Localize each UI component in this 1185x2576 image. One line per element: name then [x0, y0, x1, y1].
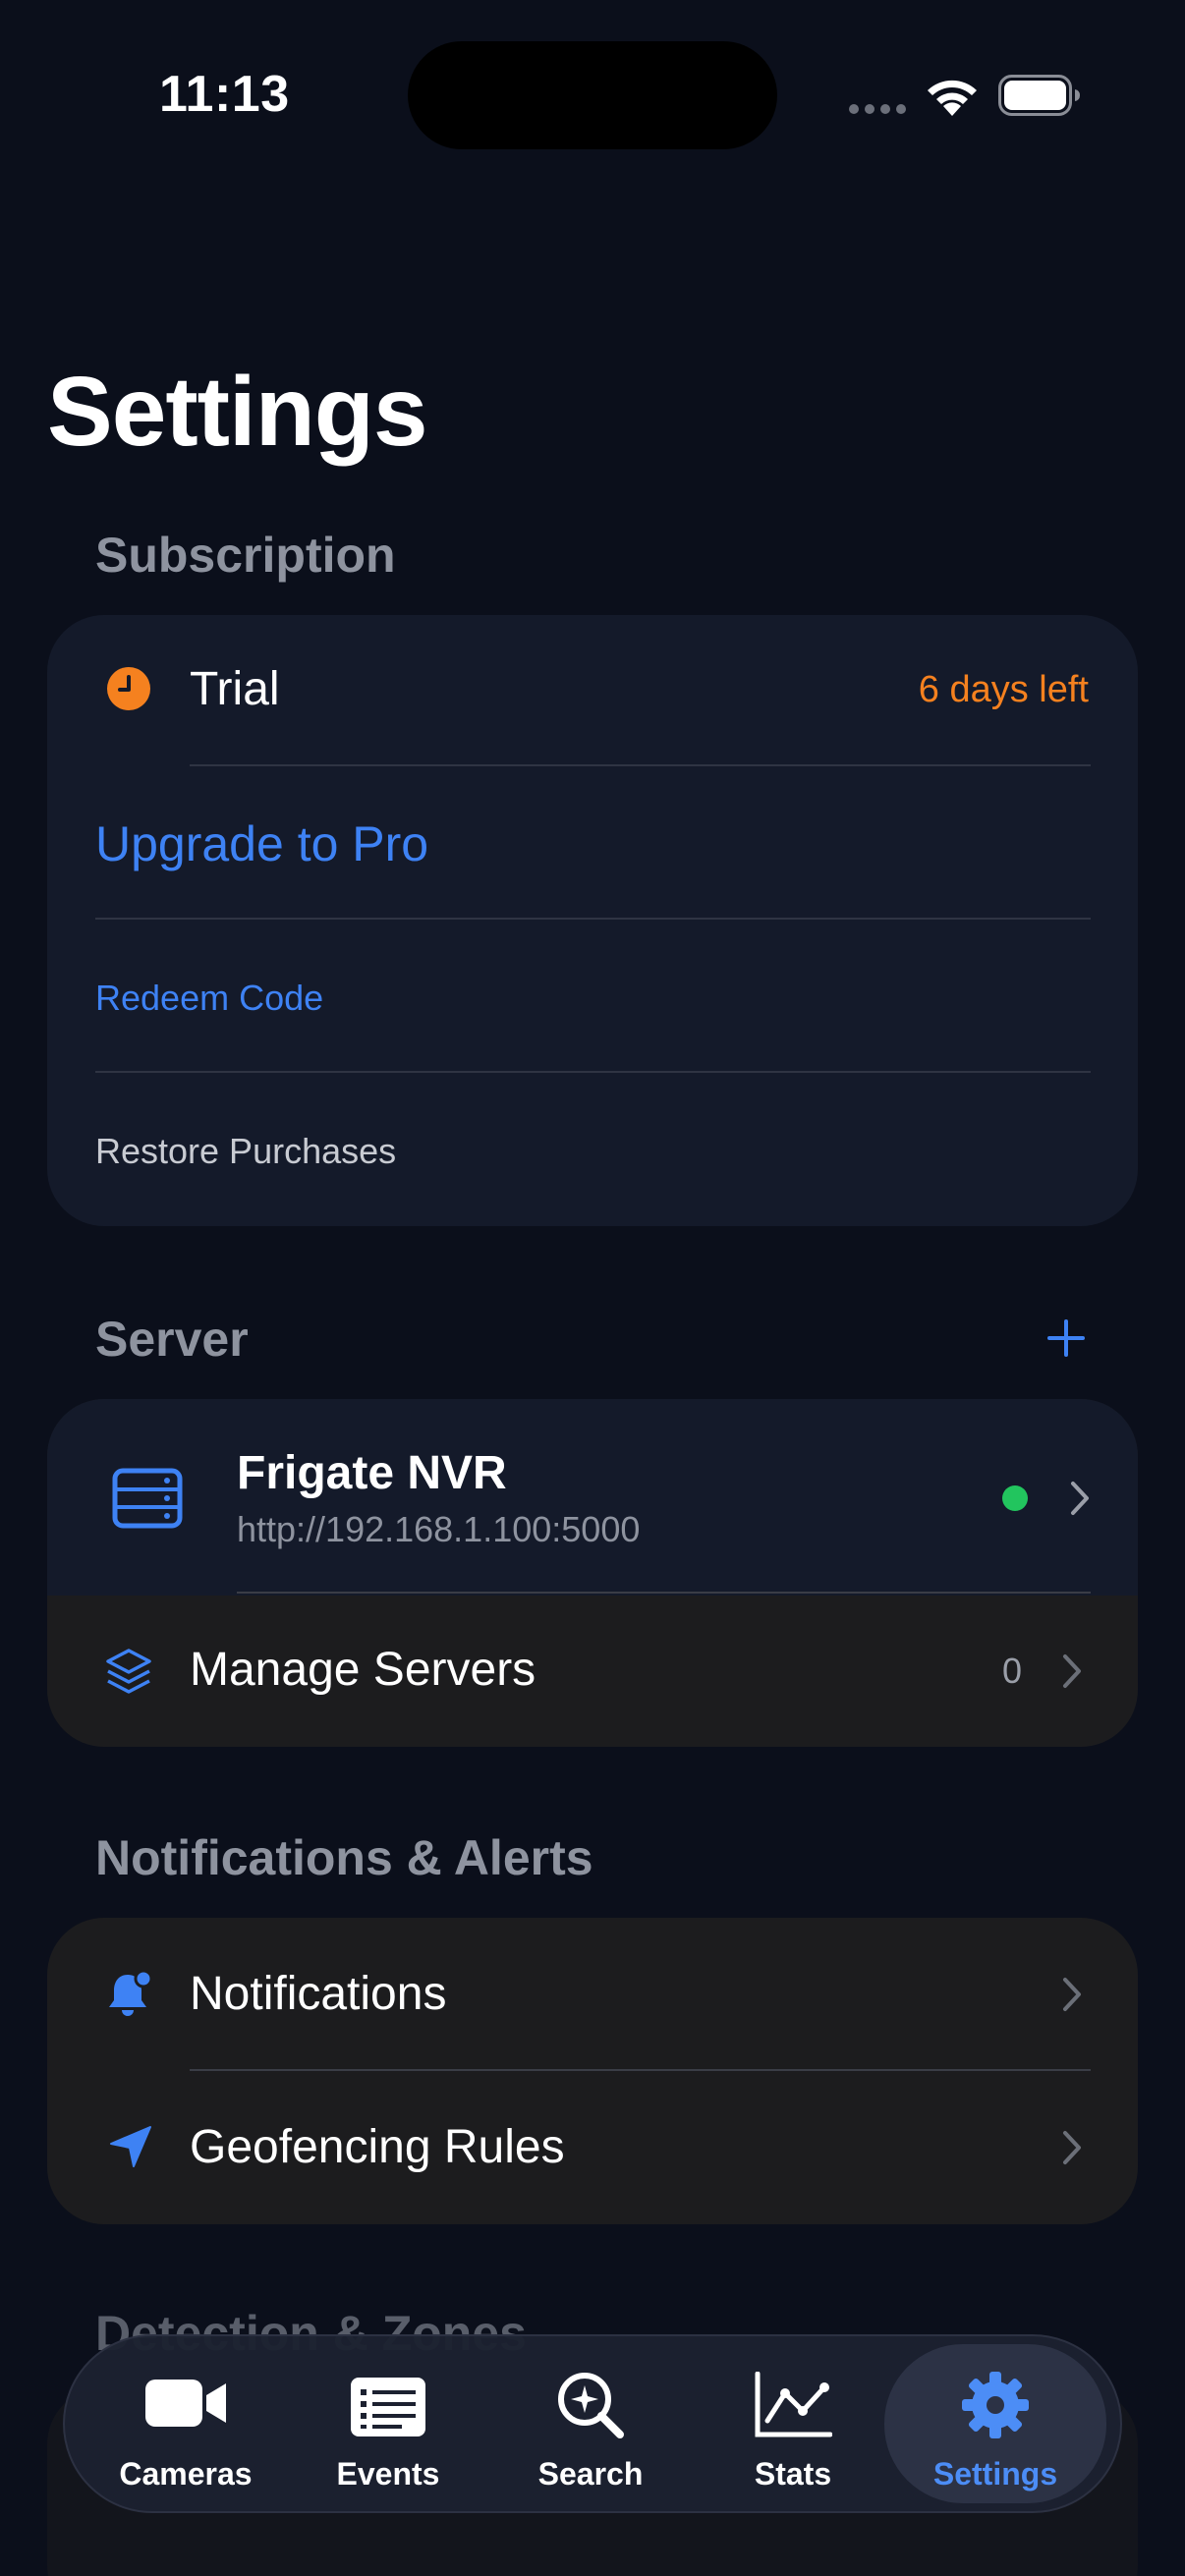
tab-bar: Cameras Events Search Stats Settings [63, 2334, 1122, 2513]
tab-cameras[interactable]: Cameras [85, 2344, 287, 2503]
tab-settings[interactable]: Settings [884, 2344, 1106, 2503]
server-name: Frigate NVR [237, 1447, 507, 1499]
server-status-indicator [1002, 1485, 1028, 1511]
manage-servers-row[interactable]: Manage Servers 0 [47, 1596, 1138, 1747]
redeem-label: Redeem Code [95, 978, 324, 1018]
section-header-subscription: Subscription [95, 528, 396, 583]
chevron-right-icon [1063, 1654, 1081, 1688]
video-camera-icon [145, 2380, 226, 2427]
restore-purchases-button[interactable]: Restore Purchases [47, 1073, 1138, 1226]
tab-label: Events [336, 2456, 440, 2492]
tab-stats[interactable]: Stats [692, 2344, 894, 2503]
bell-icon [109, 1969, 153, 2016]
location-arrow-icon [110, 2126, 151, 2167]
trial-row[interactable]: Trial 6 days left [47, 615, 1138, 766]
manage-servers-label: Manage Servers [190, 1644, 536, 1696]
gear-icon [962, 2372, 1029, 2438]
upgrade-to-pro-button[interactable]: Upgrade to Pro [47, 766, 1138, 920]
cellular-signal-icon [849, 104, 908, 114]
trial-label: Trial [190, 663, 280, 715]
server-card: Frigate NVR http://192.168.1.100:5000 Ma… [47, 1399, 1138, 1747]
notifications-card: Notifications Geofencing Rules [47, 1918, 1138, 2224]
server-url: http://192.168.1.100:5000 [237, 1509, 641, 1549]
battery-icon [998, 75, 1080, 116]
chevron-right-icon [1071, 1482, 1089, 1515]
section-header-notifications: Notifications & Alerts [95, 1830, 593, 1885]
geofencing-label: Geofencing Rules [190, 2121, 565, 2173]
chart-icon [755, 2372, 832, 2437]
tab-label: Stats [754, 2456, 832, 2492]
subscription-card: Trial 6 days left Upgrade to Pro Redeem … [47, 615, 1138, 1226]
search-icon [558, 2373, 624, 2438]
geofencing-rules-row[interactable]: Geofencing Rules [47, 2071, 1138, 2224]
notifications-label: Notifications [190, 1968, 447, 2020]
server-row-frigate[interactable]: Frigate NVR http://192.168.1.100:5000 [47, 1399, 1138, 1596]
manage-servers-count: 0 [1002, 1651, 1023, 1691]
status-time: 11:13 [159, 66, 290, 123]
settings-screen: 11:13 Settings Subscription Trial 6 days… [0, 0, 1185, 2576]
tab-search[interactable]: Search [489, 2344, 692, 2503]
wifi-icon [928, 80, 977, 116]
chevron-right-icon [1063, 2131, 1081, 2164]
dynamic-island [408, 41, 777, 149]
notifications-row[interactable]: Notifications [47, 1918, 1138, 2071]
stack-icon [106, 1649, 151, 1694]
redeem-code-button[interactable]: Redeem Code [47, 920, 1138, 1073]
trial-remaining: 6 days left [918, 669, 1089, 710]
tab-label: Settings [932, 2456, 1058, 2492]
upgrade-label: Upgrade to Pro [95, 816, 429, 871]
chevron-right-icon [1063, 1978, 1081, 2011]
add-server-icon[interactable] [1047, 1319, 1085, 1357]
divider [237, 1592, 1091, 1594]
server-icon [112, 1468, 183, 1529]
section-header-server: Server [95, 1312, 249, 1367]
clock-icon [107, 667, 150, 710]
tab-label: Search [537, 2456, 644, 2492]
page-title: Settings [47, 357, 427, 467]
tab-label: Cameras [119, 2456, 253, 2492]
tab-events[interactable]: Events [287, 2344, 489, 2503]
list-icon [351, 2378, 425, 2436]
restore-label: Restore Purchases [95, 1131, 397, 1171]
